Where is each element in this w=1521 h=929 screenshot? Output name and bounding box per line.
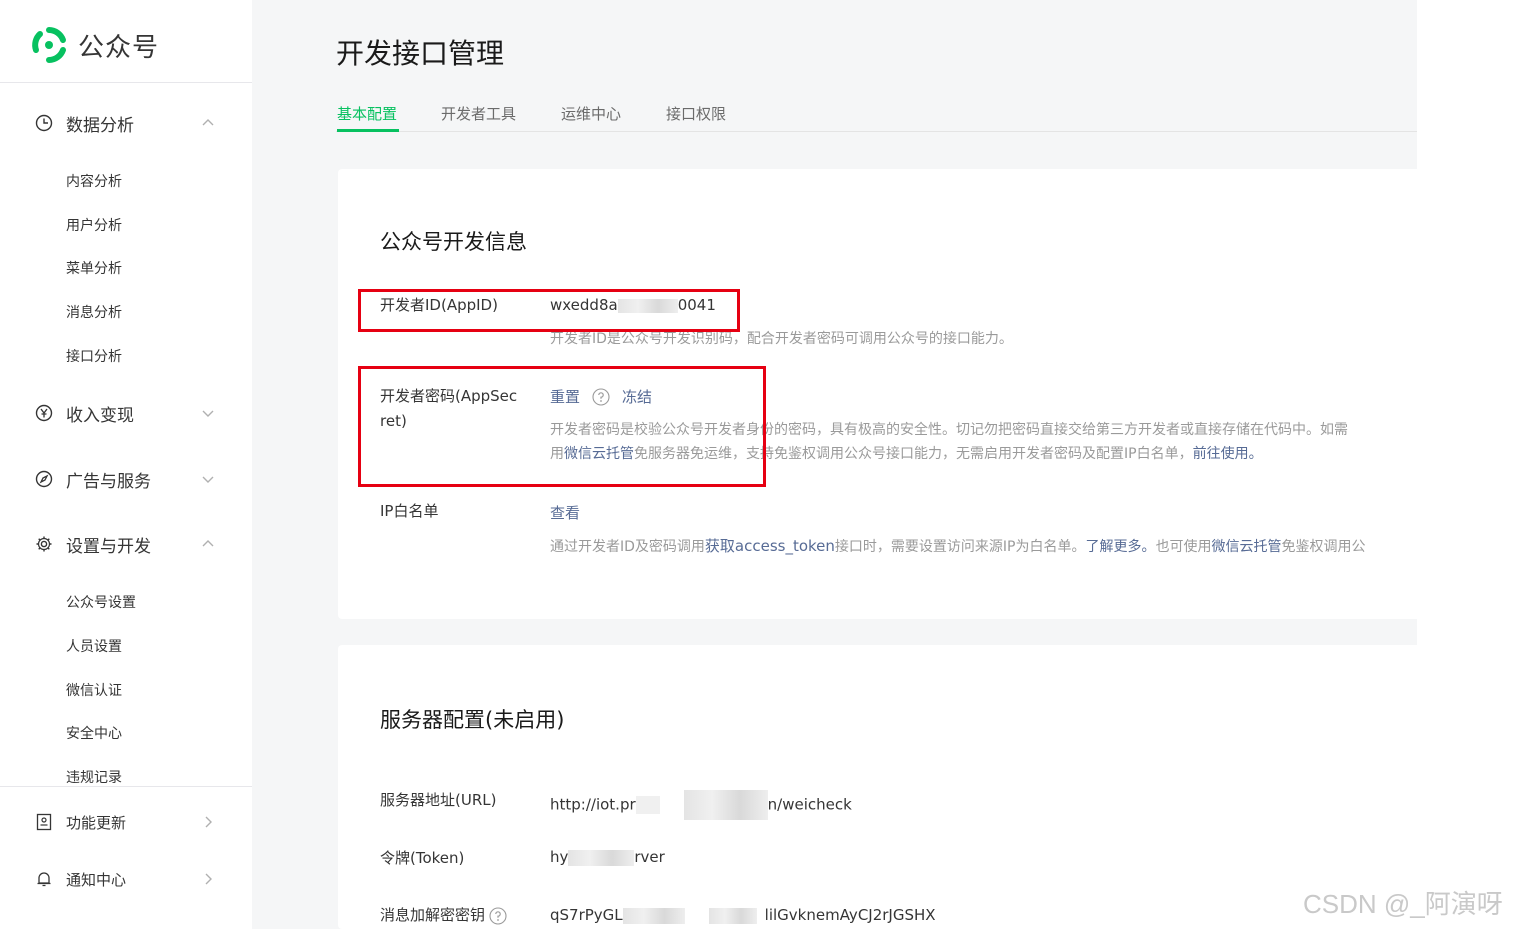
sidebar-group-data-analysis[interactable]: 数据分析 xyxy=(0,108,252,138)
sidebar-group-feature-updates[interactable]: 功能更新 xyxy=(0,807,252,837)
server-config-title: 服务器配置(未启用) xyxy=(380,708,565,732)
sidebar-group-label: 数据分析 xyxy=(66,115,134,136)
page-margin xyxy=(1417,0,1521,929)
sidebar-item-wechat-verification[interactable]: 微信认证 xyxy=(66,680,122,700)
document-icon xyxy=(36,813,52,831)
server-url-label: 服务器地址(URL) xyxy=(380,791,497,809)
compass-icon xyxy=(35,470,53,488)
token-prefix: hy xyxy=(550,848,569,866)
tab-ops-center[interactable]: 运维中心 xyxy=(561,103,621,124)
chevron-up-icon xyxy=(202,540,214,547)
redacted-block xyxy=(683,790,768,820)
watermark: CSDN @_阿演呀 xyxy=(1303,889,1503,919)
sidebar-item-menu-analysis[interactable]: 菜单分析 xyxy=(66,258,122,278)
aeskey-label-text: 消息加解密密钥 xyxy=(380,906,486,924)
page-title: 开发接口管理 xyxy=(336,37,505,70)
sidebar-group-label: 广告与服务 xyxy=(66,471,151,492)
aeskey-value: qS7rPyGL lilGvknemAyCJ2rJGSHX xyxy=(550,906,936,924)
annotation-box-appid xyxy=(358,289,740,332)
chevron-down-icon xyxy=(202,410,214,417)
ip-desc-text: 也可使用 xyxy=(1155,539,1212,555)
redacted-block xyxy=(635,796,660,814)
token-label: 令牌(Token) xyxy=(380,849,465,867)
sidebar-item-violation-records[interactable]: 违规记录 xyxy=(66,767,122,787)
bell-icon xyxy=(37,872,51,887)
aeskey-label: 消息加解密密钥 xyxy=(380,903,507,928)
server-config-card: 服务器配置(未启用) 服务器地址(URL) http://iot.pr n/wei… xyxy=(338,645,1417,929)
chevron-right-icon xyxy=(205,873,212,885)
gear-icon xyxy=(36,536,52,552)
sidebar-item-staff-settings[interactable]: 人员设置 xyxy=(66,636,122,656)
clock-icon xyxy=(35,114,53,132)
sidebar-group-settings-dev[interactable]: 设置与开发 xyxy=(0,529,252,559)
redacted-block xyxy=(708,907,757,924)
app-name: 公众号 xyxy=(78,32,160,63)
sidebar-group-label: 收入变现 xyxy=(66,405,134,426)
learn-more-link[interactable]: 了解更多。 xyxy=(1086,539,1156,555)
tab-active-indicator xyxy=(337,129,399,132)
wechat-cloud-hosting-link-2[interactable]: 微信云托管 xyxy=(1212,539,1282,555)
sidebar-item-api-analysis[interactable]: 接口分析 xyxy=(66,346,122,366)
sidebar-group-notification-center[interactable]: 通知中心 xyxy=(0,864,252,894)
get-access-token-link[interactable]: 获取access_token xyxy=(705,537,835,555)
tab-basic-config[interactable]: 基本配置 xyxy=(337,103,397,124)
sidebar-group-ads-services[interactable]: 广告与服务 xyxy=(0,464,252,494)
sidebar-divider xyxy=(0,786,252,787)
sidebar-item-security-center[interactable]: 安全中心 xyxy=(66,723,122,743)
chevron-down-icon xyxy=(202,476,214,483)
sidebar-group-label: 功能更新 xyxy=(66,813,127,832)
chevron-up-icon xyxy=(202,119,214,126)
ip-whitelist-label: IP白名单 xyxy=(380,502,439,520)
sidebar-item-user-analysis[interactable]: 用户分析 xyxy=(66,215,122,235)
ip-desc-text: 通过开发者ID及密码调用 xyxy=(550,539,705,555)
redacted-block xyxy=(568,849,635,866)
yen-icon xyxy=(35,404,53,422)
sidebar: 公众号 数据分析 内容分析 用户分析 菜单分析 消息分析 接口分析 收入变现 广… xyxy=(0,0,252,929)
logo[interactable]: 公众号 xyxy=(30,26,159,64)
server-url-suffix: n/weicheck xyxy=(767,795,852,814)
annotation-box-secret xyxy=(358,366,766,487)
token-suffix: rver xyxy=(634,848,665,866)
server-url-value: http://iot.pr n/weicheck xyxy=(550,790,852,820)
token-value: hy rver xyxy=(550,848,665,866)
ip-desc-text: 接口时，需要设置访问来源IP为白名单。 xyxy=(834,539,1086,555)
question-icon[interactable] xyxy=(489,906,507,925)
ip-desc-text: 免鉴权调用公 xyxy=(1281,539,1366,555)
ip-whitelist-view-link[interactable]: 查看 xyxy=(550,502,580,523)
sidebar-group-label: 通知中心 xyxy=(66,870,127,889)
dev-info-title: 公众号开发信息 xyxy=(380,230,527,254)
sidebar-item-content-analysis[interactable]: 内容分析 xyxy=(66,171,122,191)
sidebar-item-message-analysis[interactable]: 消息分析 xyxy=(66,302,122,322)
sidebar-item-account-settings[interactable]: 公众号设置 xyxy=(66,592,136,612)
tab-api-permissions[interactable]: 接口权限 xyxy=(666,103,726,124)
aeskey-suffix: lilGvknemAyCJ2rJGSHX xyxy=(764,906,936,924)
tab-developer-tools[interactable]: 开发者工具 xyxy=(441,103,516,124)
aeskey-prefix: qS7rPyGL xyxy=(550,906,623,924)
sidebar-group-label: 设置与开发 xyxy=(66,536,151,557)
view-link[interactable]: 查看 xyxy=(550,504,580,522)
wechat-official-account-logo-icon xyxy=(32,27,66,63)
ip-whitelist-description: 通过开发者ID及密码调用获取access_token接口时，需要设置访问来源IP… xyxy=(550,534,1417,559)
go-use-link[interactable]: 前往使用。 xyxy=(1193,446,1263,462)
redacted-block xyxy=(622,907,685,924)
server-url-prefix: http://iot.pr xyxy=(550,795,636,814)
sidebar-group-monetization[interactable]: 收入变现 xyxy=(0,398,252,428)
tabs-divider xyxy=(336,131,1417,132)
logo-divider xyxy=(0,82,252,83)
chevron-right-icon xyxy=(205,816,212,828)
